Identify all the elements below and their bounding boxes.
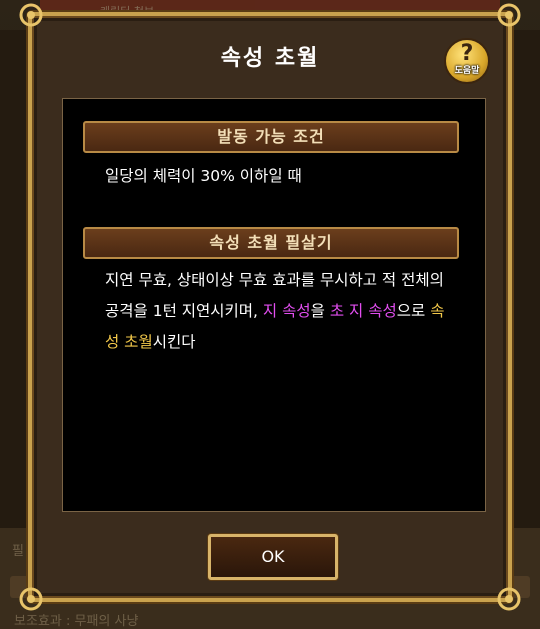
skill-text-part: 을 bbox=[310, 302, 330, 320]
highlight-earth-attribute: 지 속성 bbox=[262, 302, 311, 320]
ok-button[interactable]: OK bbox=[208, 534, 338, 580]
skill-text-part: 시킨다 bbox=[152, 333, 196, 351]
skill-text-part: 으로 bbox=[396, 302, 431, 320]
background-ghost-text: 필 bbox=[12, 544, 24, 559]
help-button[interactable]: ? 도움말 bbox=[444, 38, 490, 84]
attribute-transcend-popup: 속성 초월 ? 도움말 발동 가능 조건 일당의 체력이 30% 이하일 때 속… bbox=[19, 3, 521, 611]
highlight-super-earth-attribute: 초 지 속성 bbox=[329, 302, 397, 320]
corner-ornament-icon bbox=[18, 586, 44, 612]
background-right-strip bbox=[512, 30, 540, 530]
background-left-strip bbox=[0, 30, 28, 530]
corner-ornament-icon bbox=[496, 586, 522, 612]
condition-header: 발동 가능 조건 bbox=[83, 121, 459, 153]
description-panel: 발동 가능 조건 일당의 체력이 30% 이하일 때 속성 초월 필살기 지연 … bbox=[62, 98, 486, 512]
corner-ornament-icon bbox=[496, 2, 522, 28]
skill-description: 지연 무효, 상태이상 무효 효과를 무시하고 적 전체의 공격을 1턴 지연시… bbox=[105, 265, 455, 358]
help-button-label: 도움말 bbox=[454, 66, 480, 76]
corner-ornament-icon bbox=[18, 2, 44, 28]
popup-title: 속성 초월 bbox=[220, 46, 320, 71]
skill-header: 속성 초월 필살기 bbox=[83, 227, 459, 259]
question-mark-icon: ? bbox=[460, 41, 474, 66]
condition-text: 일당의 체력이 30% 이하일 때 bbox=[105, 167, 302, 185]
background-ghost-text-2: 보조효과 : 무패의 사냥 bbox=[14, 614, 139, 629]
